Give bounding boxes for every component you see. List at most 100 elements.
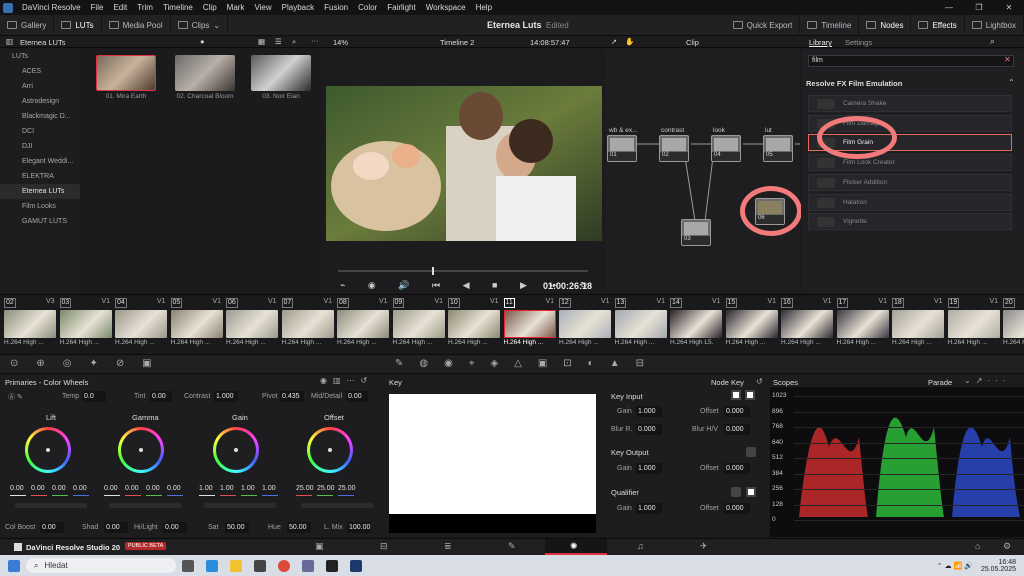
menu-fusion[interactable]: Fusion xyxy=(319,3,353,12)
offset-wheel[interactable] xyxy=(307,427,353,473)
menu-clip[interactable]: Clip xyxy=(198,3,222,12)
fusion-page-icon[interactable]: ✎ xyxy=(508,541,516,552)
store-icon[interactable] xyxy=(254,559,266,572)
lut-thumb-noir-elan[interactable] xyxy=(251,55,311,91)
clip-thumbnail[interactable] xyxy=(670,310,722,338)
lut-tree-item[interactable]: Film Looks xyxy=(0,199,80,214)
playhead[interactable] xyxy=(432,267,434,275)
app-icon[interactable] xyxy=(302,559,314,572)
task-view-icon[interactable] xyxy=(182,559,194,572)
key-output-offset[interactable]: 0.000 xyxy=(724,463,750,474)
fairlight-page-icon[interactable]: ♫ xyxy=(637,541,644,551)
wheel-value[interactable]: 0.00 xyxy=(125,485,139,492)
mid-detail-field[interactable]: 0.00 xyxy=(346,391,368,402)
edit-page-icon[interactable]: ≣ xyxy=(444,541,452,552)
photoshop-icon[interactable] xyxy=(350,559,362,572)
gallery-button[interactable]: Gallery xyxy=(0,14,55,36)
lut-tree-item[interactable]: Blackmagic D... xyxy=(0,109,80,124)
edge-icon[interactable] xyxy=(206,559,218,572)
qualifier-gain[interactable]: 1.000 xyxy=(636,503,662,514)
clip-thumbnail[interactable] xyxy=(503,310,556,338)
qualifier-offset[interactable]: 0.000 xyxy=(724,503,750,514)
maximize-icon[interactable]: ❐ xyxy=(964,3,994,12)
settings-gear-icon[interactable]: ⚙ xyxy=(1003,541,1011,552)
bottom-param-field[interactable]: 0.00 xyxy=(163,522,187,533)
chrome-icon[interactable] xyxy=(278,559,290,572)
menu-playback[interactable]: Playback xyxy=(277,3,319,12)
clip-thumbnail[interactable] xyxy=(392,310,445,338)
media-page-icon[interactable]: ▣ xyxy=(315,541,324,552)
wheel-value[interactable]: 1.00 xyxy=(199,485,213,492)
grid-view-icon[interactable]: ▦ xyxy=(258,37,265,46)
key-input-toggle[interactable] xyxy=(731,390,741,400)
menu-edit[interactable]: Edit xyxy=(108,3,132,12)
clip-thumbnail[interactable] xyxy=(337,310,389,338)
scope-options-icons[interactable]: ⌄↗··· xyxy=(964,376,1010,385)
wheel-value[interactable]: 0.00 xyxy=(73,485,87,492)
effects-button[interactable]: Effects xyxy=(911,14,965,36)
resolve-taskbar-icon[interactable] xyxy=(326,559,338,572)
lut-tree-item[interactable]: Elegant Weddi... xyxy=(0,154,80,169)
scope-mode-selector[interactable]: Parade xyxy=(928,378,952,387)
menu-file[interactable]: File xyxy=(86,3,109,12)
master-wheel-slider[interactable] xyxy=(15,503,87,508)
lut-tree-item-selected[interactable]: Eterneа LUTs xyxy=(0,184,80,199)
lut-tree-item[interactable]: ACES xyxy=(0,64,80,79)
lut-tree-item[interactable]: ELEKTRA xyxy=(0,169,80,184)
palette-icons-right[interactable]: ✎◍◉⌖◈△▣⊡◐▲⊟ xyxy=(395,358,660,369)
wheel-value[interactable]: 25.00 xyxy=(338,485,356,492)
node-contrast[interactable]: 02 xyxy=(659,135,689,162)
temp-field[interactable]: 0.0 xyxy=(82,391,106,402)
file-explorer-icon[interactable] xyxy=(230,559,242,572)
fx-halation[interactable]: Halation xyxy=(808,194,1012,211)
menu-trim[interactable]: Trim xyxy=(132,3,158,12)
bottom-param-field[interactable]: 50.00 xyxy=(225,522,249,533)
wheel-value[interactable]: 1.00 xyxy=(241,485,255,492)
clear-search-icon[interactable]: ✕ xyxy=(1004,55,1011,64)
menu-help[interactable]: Help xyxy=(471,3,497,12)
bottom-param-field[interactable]: 0.00 xyxy=(104,522,128,533)
clip-thumbnail[interactable] xyxy=(836,310,889,338)
gamma-wheel[interactable] xyxy=(118,427,164,473)
clip-thumbnail[interactable] xyxy=(559,310,611,338)
menu-fairlight[interactable]: Fairlight xyxy=(382,3,420,12)
key-output-gain[interactable]: 1.000 xyxy=(636,463,662,474)
master-wheel-slider[interactable] xyxy=(204,503,276,508)
clip-thumbnail[interactable] xyxy=(170,310,223,338)
zoom-level[interactable]: 14% xyxy=(333,38,348,47)
clip-thumbnail[interactable] xyxy=(781,310,833,338)
qualifier-toggle-2[interactable] xyxy=(746,487,756,497)
clip-thumbnail[interactable] xyxy=(1003,310,1024,338)
menu-mark[interactable]: Mark xyxy=(222,3,250,12)
lut-tree-root[interactable]: LUTs xyxy=(0,49,80,64)
taskbar-search[interactable]: ⌕ Hledat xyxy=(26,558,176,573)
bottom-param-field[interactable]: 100.00 xyxy=(347,522,371,533)
color-page-icon[interactable]: ✺ xyxy=(570,541,578,552)
fx-flicker-addition[interactable]: Flicker Addition xyxy=(808,174,1012,191)
clip-thumbnail[interactable] xyxy=(59,310,112,338)
wheel-value[interactable]: 0.00 xyxy=(10,485,24,492)
menu-color[interactable]: Color xyxy=(353,3,382,12)
clip-thumbnail[interactable] xyxy=(4,310,56,338)
node-lut[interactable]: 05 xyxy=(763,135,793,162)
quick-export-button[interactable]: Quick Export xyxy=(726,14,801,36)
timeline-button[interactable]: Timeline xyxy=(800,14,860,36)
viewer-scrubber[interactable] xyxy=(338,270,588,272)
minimize-icon[interactable]: — xyxy=(934,3,964,12)
wheel-value[interactable]: 1.00 xyxy=(262,485,276,492)
wheel-value[interactable]: 0.00 xyxy=(104,485,118,492)
lightbox-button[interactable]: Lightbox xyxy=(965,14,1024,36)
clip-thumbnail[interactable] xyxy=(725,310,778,338)
list-view-icon[interactable]: ☰ xyxy=(275,37,282,46)
clip-thumbnail[interactable] xyxy=(614,310,667,338)
lut-thumb-charcoal-bloom[interactable] xyxy=(175,55,235,91)
reset-icon[interactable]: ↺ xyxy=(756,377,763,386)
search-icon[interactable]: ⌕ xyxy=(292,37,296,47)
clips-button[interactable]: Clips ⌄ xyxy=(171,14,229,36)
wheel-value[interactable]: 0.00 xyxy=(31,485,45,492)
deliver-page-icon[interactable]: ✈ xyxy=(700,541,708,552)
master-wheel-slider[interactable] xyxy=(109,503,181,508)
lut-tree-item[interactable]: Astrodesign xyxy=(0,94,80,109)
sidebar-toggle-icon[interactable]: ▥ xyxy=(6,37,13,46)
effects-search-icon[interactable]: ⌕ xyxy=(990,36,995,47)
